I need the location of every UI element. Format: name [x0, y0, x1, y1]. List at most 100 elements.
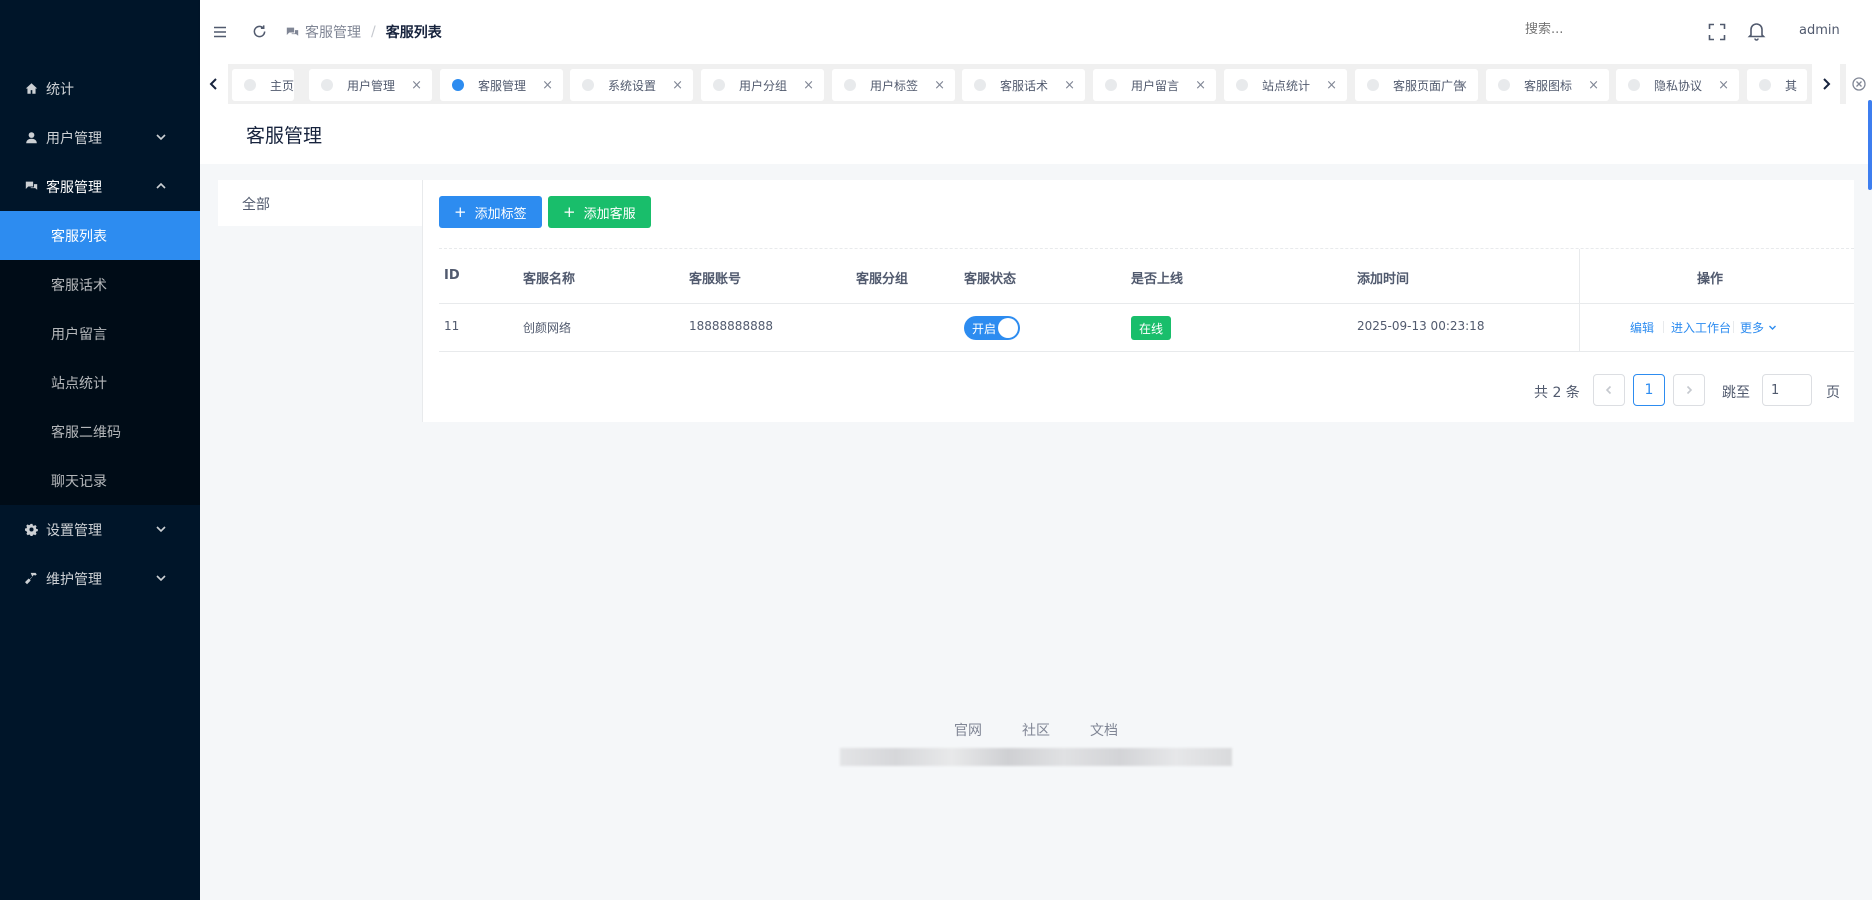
- close-icon[interactable]: ×: [1457, 78, 1468, 93]
- chevron-down-icon: [155, 131, 167, 143]
- tab-user-tags[interactable]: 用户标签 ×: [832, 69, 955, 101]
- button-label: 添加标签: [474, 206, 527, 222]
- group-all[interactable]: 全部: [242, 194, 270, 214]
- close-icon[interactable]: ×: [1326, 78, 1337, 93]
- tab-system-settings[interactable]: 系统设置 ×: [570, 69, 693, 101]
- edit-link[interactable]: 编辑: [1630, 319, 1654, 336]
- close-icon[interactable]: ×: [934, 78, 945, 93]
- close-icon[interactable]: ×: [1588, 78, 1599, 93]
- close-icon[interactable]: ×: [672, 78, 683, 93]
- tab-status-dot: [1759, 79, 1771, 91]
- tab-status-dot: [452, 79, 464, 91]
- sidebar: 统计 用户管理 客服管理 客服列表 客服话术 用户留言 站点统计 客服二维码 聊…: [0, 0, 200, 900]
- home-icon: [24, 82, 38, 96]
- sidebar-item-service-scripts[interactable]: 客服话术: [0, 260, 200, 309]
- chat-icon: [24, 180, 38, 194]
- plus-icon: +: [563, 203, 576, 221]
- breadcrumb-parent[interactable]: 客服管理: [305, 22, 361, 42]
- prev-page-button[interactable]: [1593, 374, 1625, 406]
- cell-name: 创颜网络: [523, 321, 572, 335]
- gear-icon: [24, 523, 38, 537]
- page-title: 客服管理: [246, 125, 323, 147]
- menu-item-service-management[interactable]: 客服管理: [0, 162, 200, 211]
- tab-service-scripts[interactable]: 客服话术 ×: [962, 69, 1085, 101]
- next-page-button[interactable]: [1673, 374, 1705, 406]
- page-1-button[interactable]: 1: [1633, 374, 1665, 406]
- bell-icon[interactable]: [1747, 21, 1766, 41]
- more-label: 更多: [1740, 321, 1765, 335]
- close-icon[interactable]: ×: [1718, 78, 1729, 93]
- tab-user-messages[interactable]: 用户留言 ×: [1093, 69, 1216, 101]
- chevron-left-icon: [1605, 385, 1612, 395]
- tabs-scroll-right[interactable]: [1812, 64, 1840, 104]
- tab-status-dot: [1628, 79, 1640, 91]
- workbench-link[interactable]: 进入工作台: [1671, 319, 1731, 336]
- user-name[interactable]: admin: [1799, 23, 1840, 38]
- menu-toggle-icon[interactable]: [212, 24, 228, 40]
- close-icon[interactable]: ×: [803, 78, 814, 93]
- tab-status-dot: [1236, 79, 1248, 91]
- sidebar-item-service-qrcode[interactable]: 客服二维码: [0, 407, 200, 456]
- tab-service-page-ads[interactable]: 客服页面广告 ×: [1355, 69, 1478, 101]
- menu-item-label: 统计: [46, 81, 74, 98]
- tab-user-management[interactable]: 用户管理 ×: [309, 69, 432, 101]
- breadcrumb-separator: /: [371, 24, 376, 40]
- fullscreen-icon[interactable]: [1708, 23, 1726, 41]
- menu-item-user-management[interactable]: 用户管理: [0, 113, 200, 162]
- breadcrumb-current: 客服列表: [385, 25, 442, 41]
- footer-link-official[interactable]: 官网: [954, 720, 982, 740]
- tab-label: 客服管理: [478, 78, 527, 93]
- tab-service-management[interactable]: 客服管理 ×: [440, 69, 563, 101]
- hammer-icon: [24, 572, 38, 586]
- add-service-button[interactable]: + 添加客服: [548, 196, 651, 228]
- menu-item-label: 用户管理: [46, 130, 102, 147]
- button-label: 添加客服: [583, 206, 636, 222]
- column-header-group: 客服分组: [856, 272, 909, 287]
- tab-service-icon[interactable]: 客服图标 ×: [1486, 69, 1609, 101]
- table-row-line: [439, 351, 1854, 352]
- jump-page-input[interactable]: [1762, 374, 1812, 406]
- more-dropdown[interactable]: 更多: [1740, 319, 1777, 336]
- search-input[interactable]: [1525, 22, 1675, 37]
- tab-label: 用户标签: [870, 78, 919, 93]
- tab-label: 用户留言: [1131, 78, 1180, 93]
- sidebar-item-chat-records[interactable]: 聊天记录: [0, 456, 200, 505]
- close-icon[interactable]: ×: [542, 78, 553, 93]
- action-separator: [1733, 321, 1734, 333]
- tabs-close-all[interactable]: [1846, 64, 1872, 104]
- footer-link-community[interactable]: 社区: [1022, 720, 1050, 740]
- sub-item-label: 客服话术: [51, 277, 107, 294]
- close-icon[interactable]: ×: [411, 78, 422, 93]
- jump-label: 跳至: [1722, 385, 1750, 401]
- plus-icon: +: [454, 203, 467, 221]
- column-header-id: ID: [444, 268, 460, 283]
- sub-item-label: 客服二维码: [51, 424, 121, 441]
- sidebar-item-site-stats[interactable]: 站点统计: [0, 358, 200, 407]
- scrollbar-thumb[interactable]: [1868, 100, 1872, 190]
- chevron-right-icon: [1823, 78, 1831, 90]
- refresh-icon[interactable]: [252, 24, 267, 39]
- status-toggle[interactable]: 开启: [964, 316, 1020, 340]
- tab-privacy-policy[interactable]: 隐私协议 ×: [1616, 69, 1739, 101]
- menu-item-maintenance[interactable]: 维护管理: [0, 554, 200, 603]
- tab-site-stats[interactable]: 站点统计 ×: [1224, 69, 1347, 101]
- sidebar-item-user-messages[interactable]: 用户留言: [0, 309, 200, 358]
- tab-status-dot: [1498, 79, 1510, 91]
- breadcrumb: 客服管理 / 客服列表: [286, 22, 442, 42]
- tab-user-groups[interactable]: 用户分组 ×: [701, 69, 824, 101]
- sidebar-item-service-list[interactable]: 客服列表: [0, 211, 200, 260]
- menu-item-label: 维护管理: [46, 571, 102, 588]
- tabs-bar: 主页 用户管理 × 客服管理 × 系统设置 × 用户分组 × 用户标签 × 客服话术 × 用…: [200, 64, 1872, 104]
- page-suffix: 页: [1826, 385, 1840, 401]
- footer-link-docs[interactable]: 文档: [1090, 720, 1118, 740]
- add-tag-button[interactable]: + 添加标签: [439, 196, 542, 228]
- tab-partial[interactable]: 其: [1747, 69, 1807, 101]
- tab-status-dot: [244, 79, 256, 91]
- tabs-scroll-left[interactable]: [200, 64, 228, 104]
- close-icon[interactable]: ×: [1064, 78, 1075, 93]
- tab-home[interactable]: 主页: [232, 69, 294, 101]
- actions-column-divider: [1579, 249, 1580, 352]
- close-icon[interactable]: ×: [1195, 78, 1206, 93]
- menu-item-stats[interactable]: 统计: [0, 64, 200, 113]
- menu-item-settings[interactable]: 设置管理: [0, 505, 200, 554]
